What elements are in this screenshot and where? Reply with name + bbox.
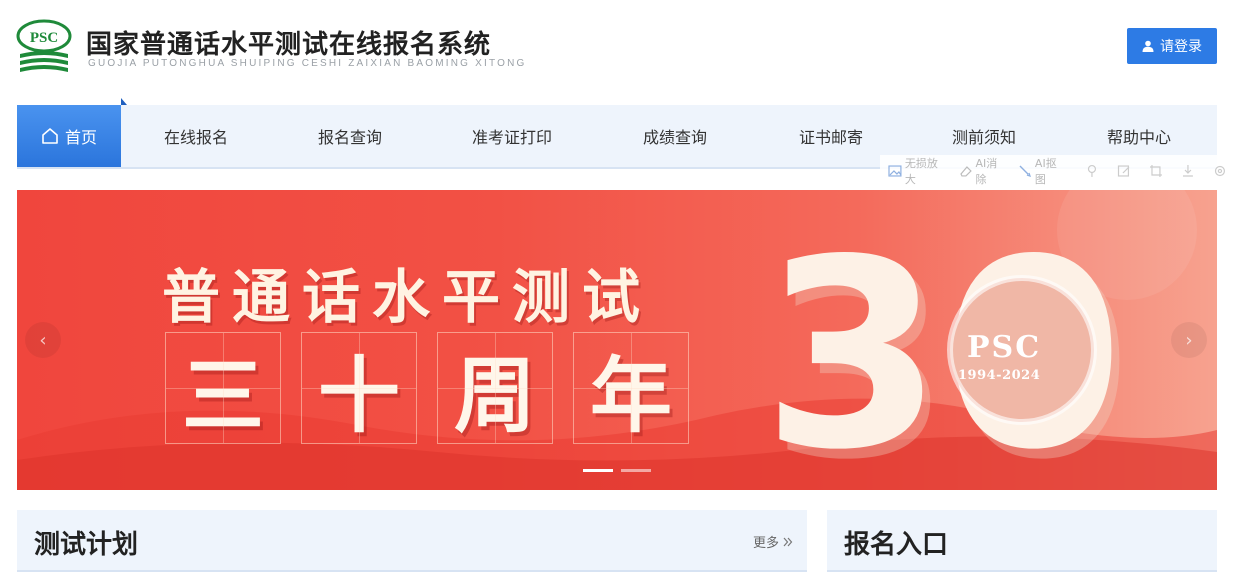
test-plan-title: 测试计划 bbox=[34, 530, 139, 560]
banner-headline: 普通话水平测试 bbox=[162, 263, 653, 331]
image-icon bbox=[888, 165, 902, 177]
site-title: 国家普通话水平测试在线报名系统 bbox=[86, 30, 492, 60]
svg-text:PSC: PSC bbox=[30, 30, 58, 46]
carousel-prev-button[interactable]: ‹ bbox=[25, 322, 61, 358]
brush-icon bbox=[1019, 165, 1032, 178]
site-title-pinyin: GUOJIA PUTONGHUA SHUIPING CESHI ZAIXIAN … bbox=[88, 58, 527, 69]
banner-char: 年 bbox=[573, 332, 689, 444]
toolbar-label: AI抠图 bbox=[1034, 157, 1057, 186]
edit-icon[interactable] bbox=[1117, 164, 1131, 178]
carousel-indicators bbox=[583, 469, 651, 472]
nav-item-score-query[interactable]: 成绩查询 bbox=[595, 105, 755, 167]
banner-psc-years: 1994-2024 bbox=[958, 368, 1041, 383]
ai-erase-button[interactable]: AI消除 bbox=[959, 155, 1008, 187]
carousel-dot-2[interactable] bbox=[621, 469, 651, 472]
more-label: 更多 bbox=[752, 536, 779, 551]
user-icon bbox=[1142, 40, 1154, 52]
registration-entry-title: 报名入口 bbox=[844, 530, 949, 560]
carousel-dot-1[interactable] bbox=[583, 469, 613, 472]
number-thirty: 30 30 bbox=[762, 205, 1132, 490]
settings-icon[interactable] bbox=[1213, 164, 1227, 178]
banner-char: 周 bbox=[437, 332, 553, 444]
lossless-zoom-button[interactable]: 无损放大 bbox=[888, 155, 949, 187]
toolbar-label: 无损放大 bbox=[904, 157, 938, 186]
toolbar-label: AI消除 bbox=[975, 157, 998, 186]
eraser-icon bbox=[959, 166, 972, 177]
nav-item-admission-ticket[interactable]: 准考证打印 bbox=[429, 105, 595, 167]
banner-psc-label: PSC bbox=[967, 330, 1042, 365]
nav-label-home: 首页 bbox=[64, 128, 97, 147]
test-plan-panel: 测试计划 更多 bbox=[17, 510, 807, 572]
login-label: 请登录 bbox=[1160, 39, 1202, 55]
double-chevron-right-icon bbox=[783, 537, 793, 546]
nav-item-online-registration[interactable]: 在线报名 bbox=[121, 105, 271, 167]
home-icon bbox=[42, 128, 58, 144]
carousel-next-button[interactable]: › bbox=[1171, 322, 1207, 358]
download-icon[interactable] bbox=[1181, 164, 1195, 178]
crop-icon[interactable] bbox=[1149, 164, 1163, 178]
banner-char: 十 bbox=[301, 332, 417, 444]
nav-item-registration-query[interactable]: 报名查询 bbox=[271, 105, 429, 167]
login-button[interactable]: 请登录 bbox=[1127, 28, 1217, 64]
psc-logo-icon: PSC bbox=[16, 19, 72, 72]
banner-anniversary-chars: 三 十 周 年 bbox=[165, 332, 689, 444]
chevron-right-icon: › bbox=[1185, 329, 1193, 351]
image-toolbar: 无损放大 AI消除 AI抠图 bbox=[880, 155, 1235, 187]
more-link[interactable]: 更多 bbox=[753, 532, 793, 551]
registration-entry-panel: 报名入口 bbox=[827, 510, 1217, 572]
header: PSC 国家普通话水平测试在线报名系统 GUOJIA PUTONGHUA SHU… bbox=[0, 0, 1235, 96]
nav-item-home[interactable]: 首页 bbox=[17, 98, 127, 167]
hero-banner[interactable]: 30 30 普通话水平测试 三 十 周 年 PSC 1994-2024 ‹ › bbox=[17, 190, 1217, 490]
pin-icon[interactable] bbox=[1085, 164, 1099, 178]
chevron-left-icon: ‹ bbox=[39, 329, 47, 351]
ai-cutout-button[interactable]: AI抠图 bbox=[1018, 155, 1067, 187]
banner-char: 三 bbox=[165, 332, 281, 444]
